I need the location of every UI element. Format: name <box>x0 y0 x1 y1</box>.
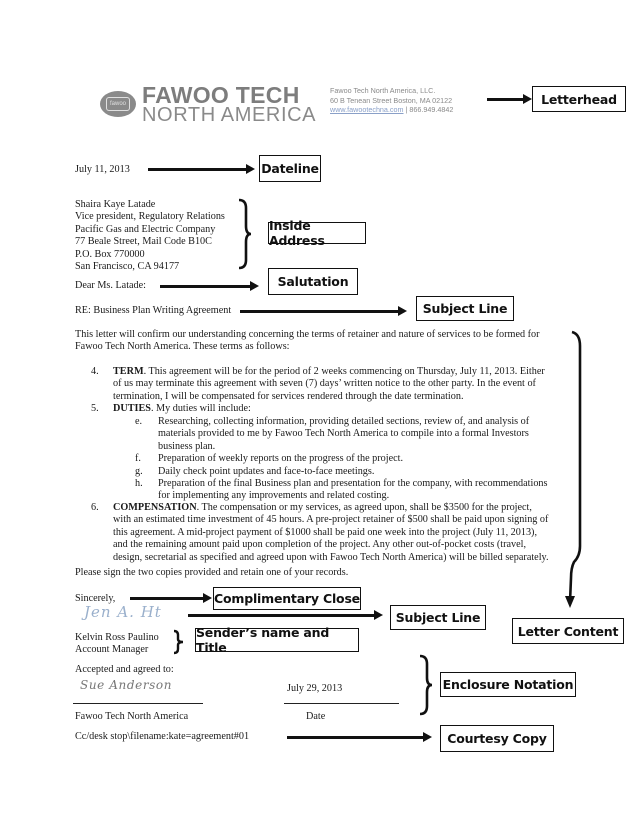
duty-item: h. Preparation of the final Business pla… <box>135 478 547 503</box>
clause-line: with an estimated time investment of 45 … <box>113 514 549 526</box>
duty-item: f. Preparation of weekly reports on the … <box>135 453 547 465</box>
dateline-arrow <box>148 164 255 174</box>
letter-intro: This letter will confirm our understandi… <box>75 329 540 354</box>
accepted-label: Accepted and agreed to: <box>75 664 174 675</box>
sender-block: Kelvin Ross Paulino Account Manager <box>75 632 159 657</box>
subitem-letter: f. <box>135 453 141 465</box>
item-number: 5. <box>91 403 99 414</box>
compensation-title: COMPENSATION <box>113 502 197 513</box>
clause-line: . The compensation or my services, as ag… <box>196 502 532 513</box>
duty-item: g. Daily check point updates and face-to… <box>135 466 547 478</box>
letterhead-arrow <box>487 94 532 104</box>
letterhead-address: 60 B Tenean Street Boston, MA 02122 <box>330 95 453 105</box>
term-title: TERM <box>113 366 144 377</box>
letterhead-company-legal-name: Fawoo Tech North America, LLC. <box>330 86 436 95</box>
recipient-title: Vice president, Regulatory Relations <box>75 211 225 223</box>
recipient-po-box: P.O. Box 770000 <box>75 248 145 260</box>
annotation-complimentary-close: Complimentary Close <box>213 587 361 610</box>
annotation-enclosure-notation: Enclosure Notation <box>440 672 576 697</box>
cc-line: Cc/desk stop\filename:kate=agreement#01 <box>75 731 250 742</box>
annotation-letter-content: Letter Content <box>512 618 624 644</box>
inside-address-brace <box>238 198 252 270</box>
duty-line: Researching, collecting information, pro… <box>158 416 530 427</box>
duty-line: business plan. <box>158 440 216 452</box>
subitem-letter: g. <box>135 465 143 477</box>
clause-line: termination, I will be compensated for s… <box>113 390 464 402</box>
signature-arrow <box>188 610 383 620</box>
duty-line: materials provided to me by Fawoo Tech N… <box>158 428 529 440</box>
inside-address: Shaira Kaye Latade Vice president, Regul… <box>75 199 225 273</box>
company-name-line2: NORTH AMERICA <box>142 104 317 126</box>
clause-line: and the remaining amount paid upon compl… <box>113 539 527 551</box>
duty-item: e. Researching, collecting information, … <box>135 416 547 453</box>
recipient-city: San Francisco, CA 94177 <box>75 261 180 273</box>
clause-line: . My duties will include: <box>150 403 251 414</box>
salutation-arrow <box>160 281 259 291</box>
item-number: 6. <box>91 502 99 513</box>
annotation-salutation: Salutation <box>268 268 358 295</box>
subject-line: RE: Business Plan Writing Agreement <box>75 305 232 316</box>
company-logo: fawoo FAWOO TECH NORTH AMERICA <box>100 82 317 126</box>
duty-line: Preparation of weekly reports on the pro… <box>158 453 403 465</box>
courtesy-copy-arrow <box>287 732 432 742</box>
company-name-line1: FAWOO TECH <box>142 82 300 108</box>
compensation-clause: 6. COMPENSATION. The compensation or my … <box>91 502 549 564</box>
recipient-street: 77 Beale Street, Mail Code B10C <box>75 236 212 248</box>
letterhead-website-link[interactable]: www.fawootechna.com <box>330 105 404 114</box>
complimentary-close-arrow <box>130 593 212 603</box>
duties-title: DUTIES <box>113 403 151 414</box>
duties-subitems: e. Researching, collecting information, … <box>135 416 547 503</box>
letter-content-brace <box>565 330 582 608</box>
duties-clause: 5. DUTIES. My duties will include: <box>91 403 251 415</box>
annotation-subject-line: Subject Line <box>416 296 514 321</box>
clause-line: of us may terminate this agreement with … <box>113 378 536 390</box>
sender-brace <box>173 629 184 655</box>
duty-line: Daily check point updates and face-to-fa… <box>158 465 375 477</box>
recipient-name: Shaira Kaye Latade <box>75 199 156 210</box>
duty-line: Preparation of the final Business plan a… <box>158 478 548 490</box>
annotation-subject-line-2: Subject Line <box>390 605 486 630</box>
date-label: Date <box>306 711 326 722</box>
letterhead-contact-info: Fawoo Tech North America, LLC. 60 B Tene… <box>330 86 453 115</box>
sender-name: Kelvin Ross Paulino <box>75 632 159 643</box>
annotation-courtesy-copy: Courtesy Copy <box>440 725 554 752</box>
annotation-letterhead: Letterhead <box>532 86 626 112</box>
subitem-letter: h. <box>135 478 143 490</box>
term-clause: 4. TERM. This agreement will be for the … <box>91 366 545 403</box>
subject-line-arrow <box>240 306 407 316</box>
clause-line: . This agreement will be for the period … <box>143 366 545 377</box>
signature-line <box>73 703 203 704</box>
letterhead-phone: | 866.949.4842 <box>405 105 454 114</box>
recipient-company: Pacific Gas and Electric Company <box>75 223 216 235</box>
enclosure-brace <box>419 654 433 716</box>
intro-line: This letter will confirm our understandi… <box>75 329 540 340</box>
letter-date: July 11, 2013 <box>75 164 130 175</box>
salutation: Dear Ms. Latade: <box>75 280 146 291</box>
date-line <box>284 703 399 704</box>
duty-line: for implementing any improvements and re… <box>158 490 390 502</box>
annotation-senders-name-title: Sender’s name and Title <box>195 625 359 655</box>
logo-badge-icon: fawoo <box>100 91 136 117</box>
closing-request: Please sign the two copies provided and … <box>75 567 349 578</box>
acceptor-signature: Sue Anderson <box>80 678 173 692</box>
item-number: 4. <box>91 366 99 377</box>
annotation-inside-address: Inside Address <box>268 218 366 248</box>
acceptor-company: Fawoo Tech North America <box>75 711 189 722</box>
clause-line: this agreement. A mid-project payment of… <box>113 526 537 538</box>
intro-line: Fawoo Tech North America. These terms as… <box>75 341 290 353</box>
accept-date: July 29, 2013 <box>287 683 343 694</box>
sender-title: Account Manager <box>75 644 149 656</box>
clause-line: design, secretarial as specified and agr… <box>113 551 549 563</box>
annotation-dateline: Dateline <box>259 155 321 182</box>
sender-signature: Jen A. Ht <box>84 603 162 621</box>
subitem-letter: e. <box>135 416 143 427</box>
